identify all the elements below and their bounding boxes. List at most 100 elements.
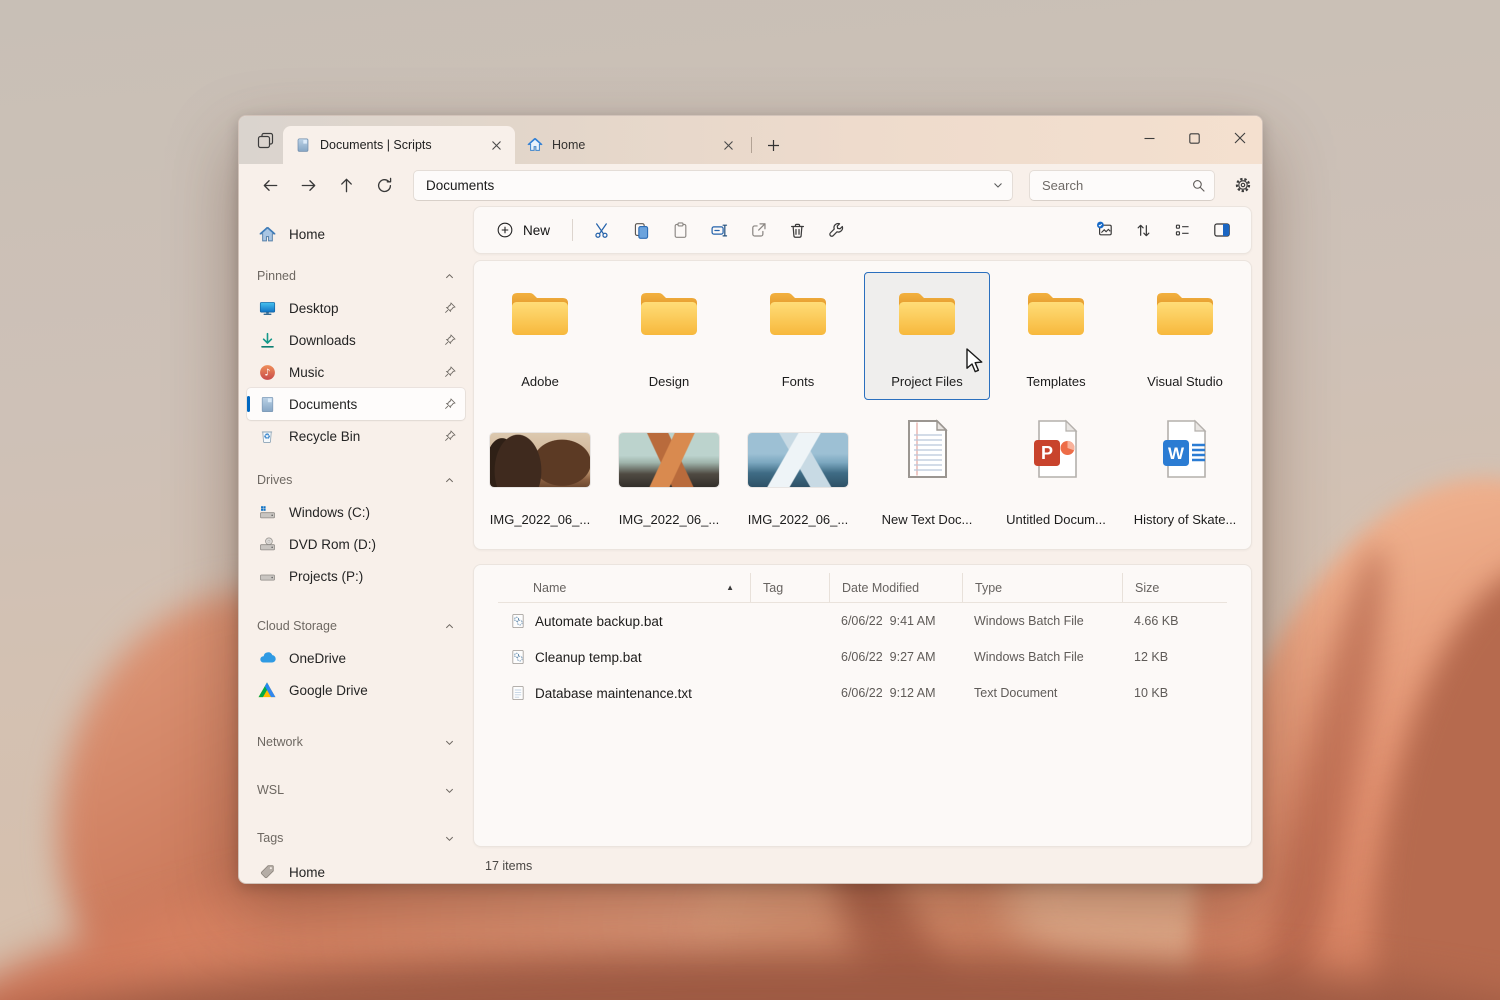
forward-icon[interactable] [289,167,327,203]
folder-tile-templates[interactable]: Templates [993,272,1119,400]
up-icon[interactable] [327,167,365,203]
image-tile-2[interactable]: IMG_2022_06_... [606,410,732,538]
column-header-size[interactable]: Size [1122,573,1227,602]
type-cell: Text Document [962,686,1122,700]
sidebar-item-label: Documents [289,397,357,412]
cut-icon[interactable] [583,213,622,247]
file-tile-new-text-doc[interactable]: New Text Doc... [864,410,990,538]
sidebar-item-windows-c[interactable]: Windows (C:) [247,496,465,528]
sidebar-item-documents[interactable]: Documents [247,388,465,420]
type-cell: Windows Batch File [962,650,1122,664]
table-row[interactable]: Automate backup.bat 6/06/22 9:41 AM Wind… [498,603,1227,639]
tab-layout-icon[interactable] [252,127,278,153]
sidebar-item-onedrive[interactable]: OneDrive [247,642,465,674]
sidebar-section-cloud-storage[interactable]: Cloud Storage [247,614,465,638]
maximize-button[interactable] [1172,116,1217,160]
home-tab-icon [527,137,543,153]
chevron-up-icon[interactable] [444,271,455,282]
column-header-name[interactable]: Name ▲ [498,573,750,602]
tab-close-icon[interactable] [485,134,507,156]
sidebar-item-tag-home[interactable]: Home [247,856,465,884]
address-chevron-down-icon[interactable] [992,179,1004,191]
sidebar-item-downloads[interactable]: Downloads [247,324,465,356]
tag-icon [257,862,277,882]
column-header-tag[interactable]: Tag [750,573,829,602]
tab-home[interactable]: Home [515,126,747,164]
date-cell: 6/06/22 9:41 AM [829,614,962,628]
address-bar[interactable]: Documents [413,170,1013,201]
folder-tile-visual-studio[interactable]: Visual Studio [1122,272,1248,400]
new-button[interactable]: New [484,213,562,247]
sidebar-item-music[interactable]: ♪ Music [247,356,465,388]
sidebar: Home Pinned Desktop Downloads [239,206,473,884]
sidebar-section-tags[interactable]: Tags [247,826,465,850]
share-icon[interactable] [739,213,778,247]
item-label: History of Skate... [1127,512,1243,527]
image-tile-3[interactable]: IMG_2022_06_... [735,410,861,538]
back-icon[interactable] [251,167,289,203]
file-name-cell: Cleanup temp.bat [498,649,750,665]
folder-tile-design[interactable]: Design [606,272,732,400]
sidebar-item-google-drive[interactable]: Google Drive [247,674,465,706]
svg-text:P: P [1041,443,1053,463]
sort-icon[interactable] [1124,213,1163,247]
desktop-icon [257,298,277,318]
sidebar-section-wsl[interactable]: WSL [247,778,465,802]
windows-drive-icon [257,502,277,522]
view-options-icon[interactable] [1163,213,1202,247]
pin-icon [443,429,457,443]
folder-tile-project-files[interactable]: Project Files [864,272,990,400]
table-row[interactable]: Database maintenance.txt 6/06/22 9:12 AM… [498,675,1227,711]
rename-icon[interactable] [700,213,739,247]
sidebar-item-desktop[interactable]: Desktop [247,292,465,324]
item-label: Design [611,374,727,389]
new-tab-button[interactable] [760,132,786,158]
minimize-button[interactable] [1127,116,1172,160]
table-row[interactable]: Cleanup temp.bat 6/06/22 9:27 AM Windows… [498,639,1227,675]
file-tile-word[interactable]: W History of Skate... [1122,410,1248,538]
folder-icon [607,288,731,340]
chevron-up-icon[interactable] [444,621,455,632]
close-button[interactable] [1217,116,1262,160]
pin-icon [443,365,457,379]
folder-tile-adobe[interactable]: Adobe [477,272,603,400]
refresh-icon[interactable] [365,167,403,203]
tab-close-icon[interactable] [717,134,739,156]
select-images-icon[interactable] [1085,213,1124,247]
sidebar-item-recycle-bin[interactable]: ♻ Recycle Bin [247,420,465,452]
new-button-label: New [523,223,550,238]
tab-documents-scripts[interactable]: Documents | Scripts [283,126,515,164]
delete-icon[interactable] [778,213,817,247]
sidebar-section-drives[interactable]: Drives [247,468,465,492]
file-tile-powerpoint[interactable]: P Untitled Docum... [993,410,1119,538]
word-file-icon: W [1123,419,1247,479]
chevron-up-icon[interactable] [444,475,455,486]
chevron-down-icon[interactable] [444,785,455,796]
sidebar-item-projects-p[interactable]: Projects (P:) [247,560,465,592]
sidebar-section-pinned[interactable]: Pinned [247,264,465,288]
details-pane-icon[interactable] [1202,213,1241,247]
sidebar-item-label: Home [289,865,325,880]
dvd-drive-icon [257,534,277,554]
sidebar-section-network[interactable]: Network [247,730,465,754]
sidebar-item-home[interactable]: Home [247,218,465,250]
chevron-down-icon[interactable] [444,833,455,844]
search-icon[interactable] [1191,178,1206,193]
navigation-bar: Documents [239,164,1262,206]
column-header-type[interactable]: Type [962,573,1122,602]
item-label: IMG_2022_06_... [740,512,856,527]
image-tile-1[interactable]: IMG_2022_06_... [477,410,603,538]
chevron-down-icon[interactable] [444,737,455,748]
copy-icon[interactable] [622,213,661,247]
column-header-date-modified[interactable]: Date Modified [829,573,962,602]
image-thumbnail-snowy-mountains [736,433,860,487]
items-grid: Adobe Design Fonts [473,260,1252,550]
settings-gear-icon[interactable] [1225,167,1261,203]
search-input[interactable] [1034,178,1191,193]
drive-icon [257,566,277,586]
sidebar-item-dvd-rom-d[interactable]: DVD Rom (D:) [247,528,465,560]
folder-tile-fonts[interactable]: Fonts [735,272,861,400]
properties-wrench-icon[interactable] [817,213,856,247]
paste-icon[interactable] [661,213,700,247]
tab-separator [751,137,752,153]
